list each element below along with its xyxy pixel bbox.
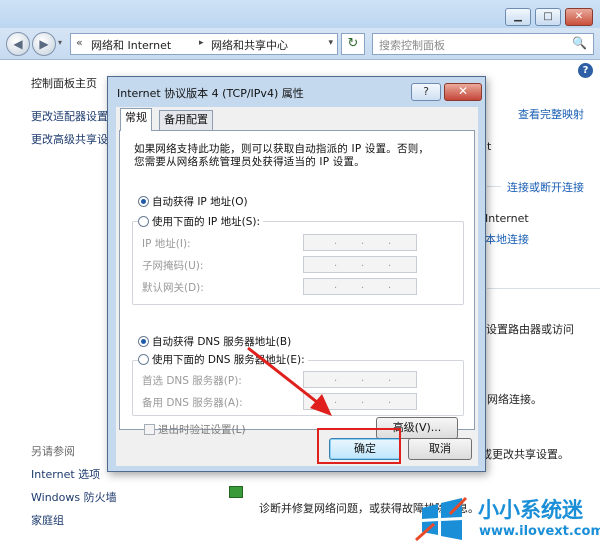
windows-logo-watermark <box>415 496 468 542</box>
tab-alternate-config[interactable]: 备用配置 <box>159 110 213 130</box>
address-dropdown-icon[interactable]: ▾ <box>328 38 333 48</box>
minimize-icon: ▁ <box>514 11 522 22</box>
alternate-dns-input[interactable]: ... <box>303 393 417 410</box>
left-nav-pane: 控制面板主页 更改适配器设置 更改高级共享设 另请参阅 Internet 选项 … <box>0 61 117 550</box>
dialog-body: 常规 备用配置 如果网络支持此功能，则可以获取自动指派的 IP 设置。否则， 您… <box>116 107 478 466</box>
refresh-button[interactable]: ↻ <box>341 33 365 55</box>
see-also-heading: 另请参阅 <box>31 445 75 458</box>
tab-general[interactable]: 常规 <box>120 108 152 131</box>
radio-selected-icon[interactable] <box>138 196 149 207</box>
connect-disconnect-link[interactable]: 连接或断开连接 <box>507 179 584 195</box>
back-button[interactable]: ◀ <box>6 32 30 56</box>
ipv4-properties-dialog: Internet 协议版本 4 (TCP/IPv4) 属性 ? ✕ 常规 备用配… <box>107 76 486 472</box>
default-gateway-label: 默认网关(D): <box>142 282 204 294</box>
obtain-ip-auto-radio[interactable]: 自动获得 IP 地址(O) <box>138 194 248 209</box>
use-following-ip-label: 使用下面的 IP 地址(S): <box>152 216 260 228</box>
watermark-name: 小小系统迷 <box>478 498 583 522</box>
alternate-dns-label: 备用 DNS 服务器(A): <box>142 397 243 409</box>
maximize-icon: □ <box>543 11 553 22</box>
change-sharing-fragment: 或更改共享设置。 <box>481 448 569 461</box>
recent-pages-dropdown-icon[interactable]: ▾ <box>58 38 62 47</box>
subnet-mask-label: 子网掩码(U): <box>142 260 204 272</box>
dialog-title: Internet 协议版本 4 (TCP/IPv4) 属性 <box>117 87 304 100</box>
help-icon: ? <box>423 85 429 98</box>
dialog-help-button[interactable]: ? <box>411 83 441 101</box>
view-full-map-link[interactable]: 查看完整映射 <box>518 106 584 122</box>
validate-on-exit-label: 退出时验证设置(L) <box>158 424 246 436</box>
address-overflow-icon[interactable]: « <box>76 36 83 49</box>
obtain-dns-auto-label: 自动获得 DNS 服务器地址(B) <box>152 336 292 348</box>
breadcrumb-network-internet[interactable]: 网络和 Internet <box>91 37 171 53</box>
breadcrumb-sharing-center[interactable]: 网络和共享中心 <box>211 37 288 53</box>
refresh-icon: ↻ <box>347 36 359 51</box>
setup-router-fragment: 设置路由器或访问 <box>486 323 574 336</box>
default-gateway-input[interactable]: ... <box>303 278 417 295</box>
access-type-internet: Internet <box>485 212 529 225</box>
breadcrumb-separator-icon[interactable]: ▸ <box>199 38 204 48</box>
back-arrow-icon: ◀ <box>13 37 23 51</box>
divider <box>487 186 501 187</box>
close-button[interactable]: ✕ <box>565 8 593 26</box>
forward-arrow-icon: ▶ <box>39 37 49 51</box>
preferred-dns-input[interactable]: ... <box>303 371 417 388</box>
radio-unselected-icon[interactable] <box>138 354 149 365</box>
close-icon: ✕ <box>457 84 469 98</box>
nav-homegroup[interactable]: 家庭组 <box>31 512 64 528</box>
preferred-dns-label: 首选 DNS 服务器(P): <box>142 375 242 387</box>
forward-button[interactable]: ▶ <box>32 32 56 56</box>
cancel-button[interactable]: 取消 <box>408 438 472 460</box>
search-placeholder: 搜索控制面板 <box>379 39 445 52</box>
nav-change-adapter-settings[interactable]: 更改适配器设置 <box>31 108 108 124</box>
help-icon[interactable]: ? <box>578 63 593 78</box>
subnet-mask-input[interactable]: ... <box>303 256 417 273</box>
checkbox-unchecked-icon[interactable] <box>144 424 155 435</box>
use-following-ip-radio[interactable]: 使用下面的 IP 地址(S): <box>138 214 263 229</box>
nav-control-panel-home[interactable]: 控制面板主页 <box>31 75 97 91</box>
validate-on-exit-checkbox[interactable]: 退出时验证设置(L) <box>144 422 246 437</box>
use-following-dns-label: 使用下面的 DNS 服务器地址(E): <box>152 354 305 366</box>
troubleshoot-icon <box>229 486 243 498</box>
watermark-url: www.ilovext.com <box>479 524 600 539</box>
nav-windows-firewall[interactable]: Windows 防火墙 <box>31 489 117 505</box>
close-icon: ✕ <box>574 11 584 22</box>
ip-address-input[interactable]: ... <box>303 234 417 251</box>
general-tab-panel: 如果网络支持此功能，则可以获取自动指派的 IP 设置。否则， 您需要从网络系统管… <box>119 130 475 439</box>
local-connection-link[interactable]: 本地连接 <box>485 231 529 247</box>
search-icon[interactable]: 🔍 <box>572 36 587 50</box>
nav-internet-options[interactable]: Internet 选项 <box>31 466 100 482</box>
highlight-box <box>317 428 401 464</box>
address-bar[interactable]: « 网络和 Internet ▸ 网络和共享中心 ▾ <box>70 33 338 55</box>
radio-unselected-icon[interactable] <box>138 216 149 227</box>
maximize-button[interactable]: □ <box>535 8 561 26</box>
address-toolbar: ◀ ▶ ▾ « 网络和 Internet ▸ 网络和共享中心 ▾ ↻ 搜索控制面… <box>0 28 600 60</box>
obtain-ip-auto-label: 自动获得 IP 地址(O) <box>152 196 248 208</box>
search-input[interactable]: 搜索控制面板 🔍 <box>372 33 594 55</box>
ip-address-label: IP 地址(I): <box>142 238 191 250</box>
network-name-fragment: t <box>487 140 492 153</box>
obtain-dns-auto-radio[interactable]: 自动获得 DNS 服务器地址(B) <box>138 334 291 349</box>
divider <box>487 288 600 289</box>
network-connect-fragment: 网络连接。 <box>487 393 542 406</box>
dialog-close-button[interactable]: ✕ <box>444 83 482 101</box>
use-following-dns-radio[interactable]: 使用下面的 DNS 服务器地址(E): <box>138 352 308 367</box>
nav-advanced-sharing-settings[interactable]: 更改高级共享设 <box>31 131 108 147</box>
minimize-button[interactable]: ▁ <box>505 8 531 26</box>
radio-selected-icon[interactable] <box>138 336 149 347</box>
description-line-2: 您需要从网络系统管理员处获得适当的 IP 设置。 <box>134 156 365 168</box>
window-title-bar: ▁ □ ✕ <box>0 0 600 28</box>
